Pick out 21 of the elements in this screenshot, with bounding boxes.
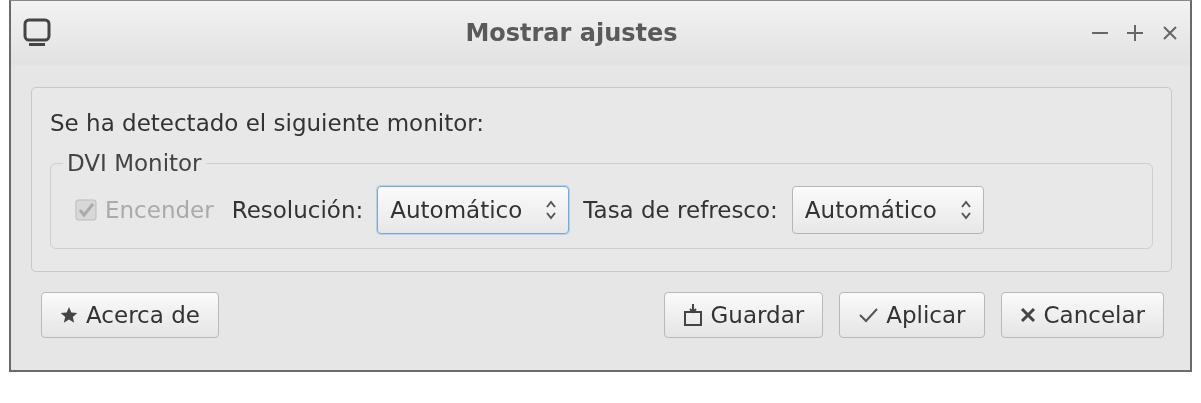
- minimize-icon[interactable]: [1092, 31, 1108, 35]
- message-text: Se ha detectado el siguiente monitor:: [50, 110, 486, 136]
- updown-arrows-icon: [546, 199, 557, 221]
- dropdown[interactable]: Automático: [377, 186, 570, 234]
- cancel-button[interactable]: Cancelar: [1000, 292, 1164, 338]
- about-button[interactable]: Acerca de: [41, 292, 219, 338]
- maximize-icon[interactable]: [1126, 24, 1144, 42]
- save-button[interactable]: Guardar: [663, 292, 824, 338]
- monitor-icon: [23, 18, 51, 48]
- dropdown[interactable]: Automático: [791, 186, 984, 234]
- save-icon: [682, 303, 703, 327]
- resolution-label: Resolución:: [231, 197, 364, 223]
- updown-arrows-icon: [960, 199, 971, 221]
- window-title: Mostrar ajustes: [464, 19, 679, 47]
- group-title: DVI Monitor: [66, 150, 203, 176]
- check-icon: [858, 307, 879, 323]
- star-icon: [60, 306, 78, 324]
- refresh-rate-label: Tasa de refresco:: [583, 197, 778, 223]
- close-icon: [1019, 307, 1036, 323]
- apply-button[interactable]: Aplicar: [839, 292, 985, 338]
- close-icon[interactable]: [1162, 25, 1178, 41]
